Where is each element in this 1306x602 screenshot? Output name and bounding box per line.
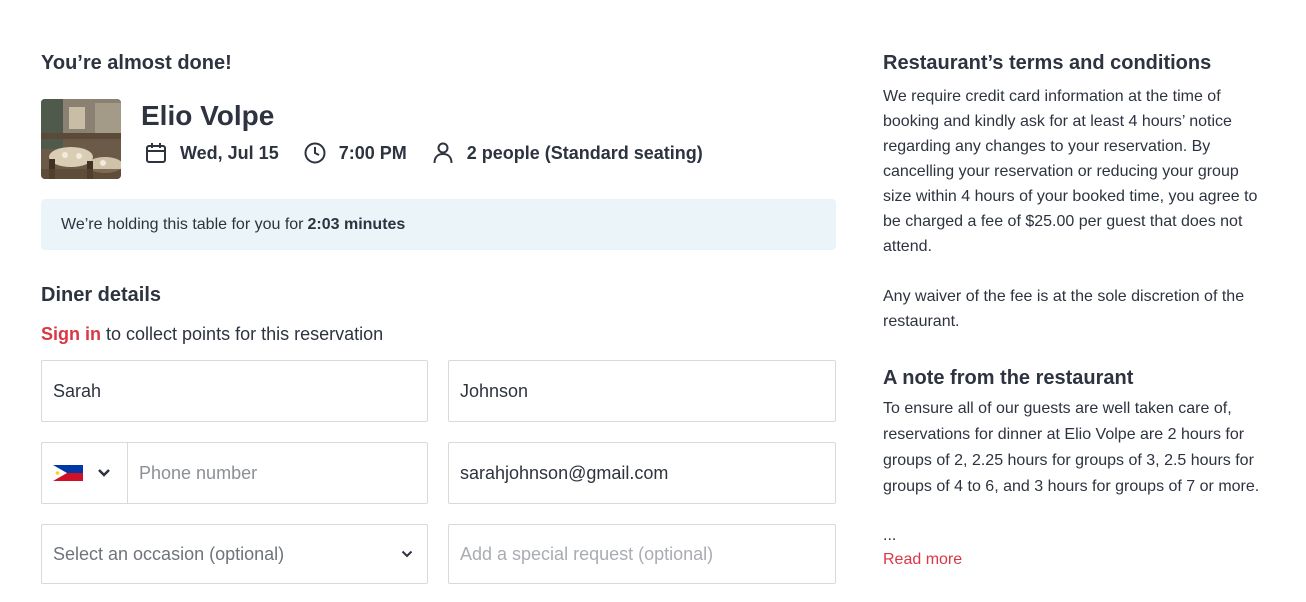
- restaurant-note-text: To ensure all of our guests are well tak…: [883, 400, 1260, 495]
- clock-icon: [304, 142, 326, 164]
- chevron-down-icon: [401, 550, 413, 558]
- diner-details-heading: Diner details: [41, 284, 162, 306]
- read-more-link[interactable]: Read more: [883, 551, 962, 569]
- special-request-field: [448, 524, 836, 584]
- restaurant-name: Elio Volpe: [141, 100, 275, 131]
- phone-field: [41, 442, 428, 504]
- sign-in-suffix: to collect points for this reservation: [101, 324, 384, 344]
- reservation-date-text: Wed, Jul 15: [180, 142, 279, 163]
- terms-paragraph-1: We require credit card information at th…: [883, 88, 1258, 255]
- reservation-time-text: 7:00 PM: [338, 142, 407, 163]
- special-request-input[interactable]: [449, 525, 835, 583]
- country-code-select[interactable]: [42, 443, 128, 503]
- email-input[interactable]: [449, 443, 835, 503]
- person-icon: [433, 142, 453, 164]
- reservation-party-text: 2 people (Standard seating): [466, 142, 703, 163]
- email-field: [448, 442, 836, 504]
- terms-paragraph-2: Any waiver of the fee is at the sole dis…: [883, 288, 1245, 330]
- holding-timer: 2:03 minutes: [307, 215, 406, 233]
- occasion-field: Select an occasion (optional): [41, 524, 428, 584]
- note-ellipsis: ...: [883, 527, 897, 544]
- restaurant-photo-image: [41, 99, 121, 179]
- page-title: You’re almost done!: [41, 52, 232, 74]
- occasion-select-label: Select an occasion (optional): [53, 543, 285, 564]
- first-name-field: [41, 360, 428, 422]
- phone-number-input[interactable]: [128, 443, 427, 503]
- restaurant-photo: [41, 99, 121, 179]
- last-name-field: [448, 360, 836, 422]
- holding-banner: We’re holding this table for you for 2:0…: [41, 199, 836, 250]
- reservation-date: Wed, Jul 15: [144, 141, 279, 165]
- restaurant-note-heading: A note from the restaurant: [883, 367, 1134, 389]
- reservation-party: 2 people (Standard seating): [431, 141, 703, 165]
- sign-in-link[interactable]: Sign in: [41, 324, 101, 344]
- holding-text: We’re holding this table for you for: [61, 215, 304, 233]
- last-name-input[interactable]: [449, 361, 835, 421]
- first-name-input[interactable]: [42, 361, 427, 421]
- terms-heading: Restaurant’s terms and conditions: [883, 52, 1212, 74]
- occasion-select[interactable]: Select an occasion (optional): [42, 525, 427, 583]
- sign-in-prompt: Sign in to collect points for this reser…: [41, 324, 383, 345]
- chevron-down-icon: [98, 469, 110, 477]
- philippines-flag-icon: [53, 465, 83, 481]
- reservation-summary: Wed, Jul 15 7:00 PM 2 people (Standard s…: [144, 141, 727, 165]
- reservation-time: 7:00 PM: [303, 141, 407, 165]
- calendar-icon: [146, 143, 166, 163]
